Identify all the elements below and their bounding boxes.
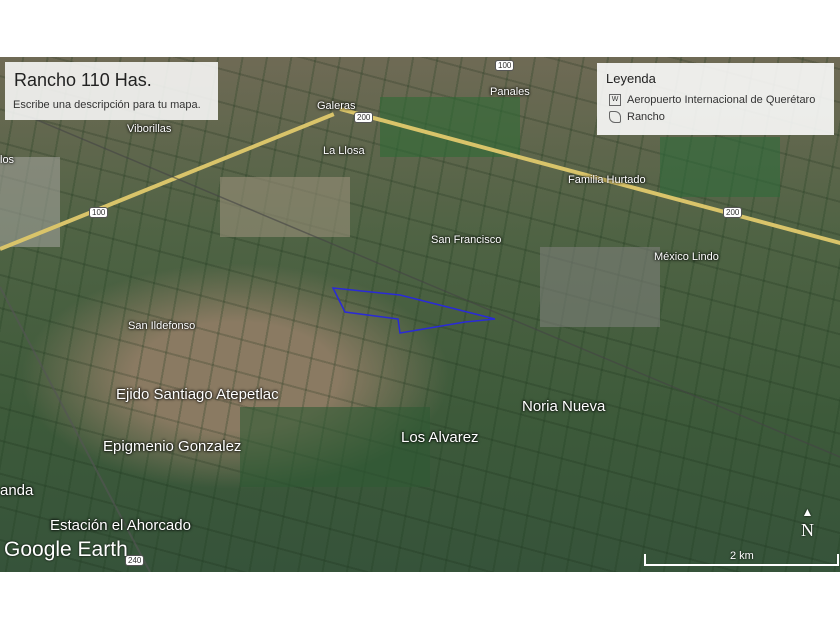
place-label: anda: [0, 482, 34, 499]
rancho-boundary: [331, 287, 496, 334]
north-arrow-icon[interactable]: ▲ N: [801, 505, 814, 541]
legend-item[interactable]: Rancho: [609, 111, 665, 123]
place-label: La Llosa: [323, 145, 365, 157]
legend-item[interactable]: W Aeropuerto Internacional de Querétaro: [609, 94, 815, 106]
legend-panel: Leyenda W Aeropuerto Internacional de Que…: [597, 63, 834, 135]
place-label: los: [0, 154, 15, 166]
place-label: Galeras: [317, 100, 356, 112]
google-earth-logo: Google Earth: [4, 538, 128, 561]
place-label: Los Alvarez: [401, 429, 479, 446]
map-title-panel: Rancho 110 Has. Escribe una descripción …: [5, 62, 218, 120]
wikipedia-icon: W: [609, 94, 621, 106]
place-label: Familia Hurtado: [568, 174, 646, 186]
place-label: San Francisco: [431, 234, 502, 246]
place-label: San Ildefonso: [128, 320, 196, 332]
road-shield: 100: [495, 60, 515, 71]
scale-label: 2 km: [730, 550, 754, 562]
place-label: Noria Nueva: [522, 398, 606, 415]
road-shield: 200: [354, 112, 374, 123]
legend-label: Rancho: [627, 111, 665, 123]
legend-heading: Leyenda: [606, 71, 656, 86]
place-label: Epigmenio Gonzalez: [103, 438, 242, 455]
road-shield: 100: [89, 207, 109, 218]
place-label: México Lindo: [654, 251, 719, 263]
map-description: Escribe una descripción para tu mapa.: [13, 99, 201, 111]
polygon-icon: [609, 111, 621, 123]
place-label: Panales: [490, 86, 530, 98]
scale-bar: 2 km: [644, 550, 839, 566]
road-shield: 200: [723, 207, 743, 218]
place-label: Ejido Santiago Atepetlac: [116, 386, 279, 403]
legend-label: Aeropuerto Internacional de Querétaro: [627, 94, 816, 106]
map-title: Rancho 110 Has.: [14, 70, 152, 90]
place-label: Viborillas: [127, 123, 172, 135]
north-label: N: [801, 520, 814, 540]
place-label: Estación el Ahorcado: [50, 517, 191, 534]
